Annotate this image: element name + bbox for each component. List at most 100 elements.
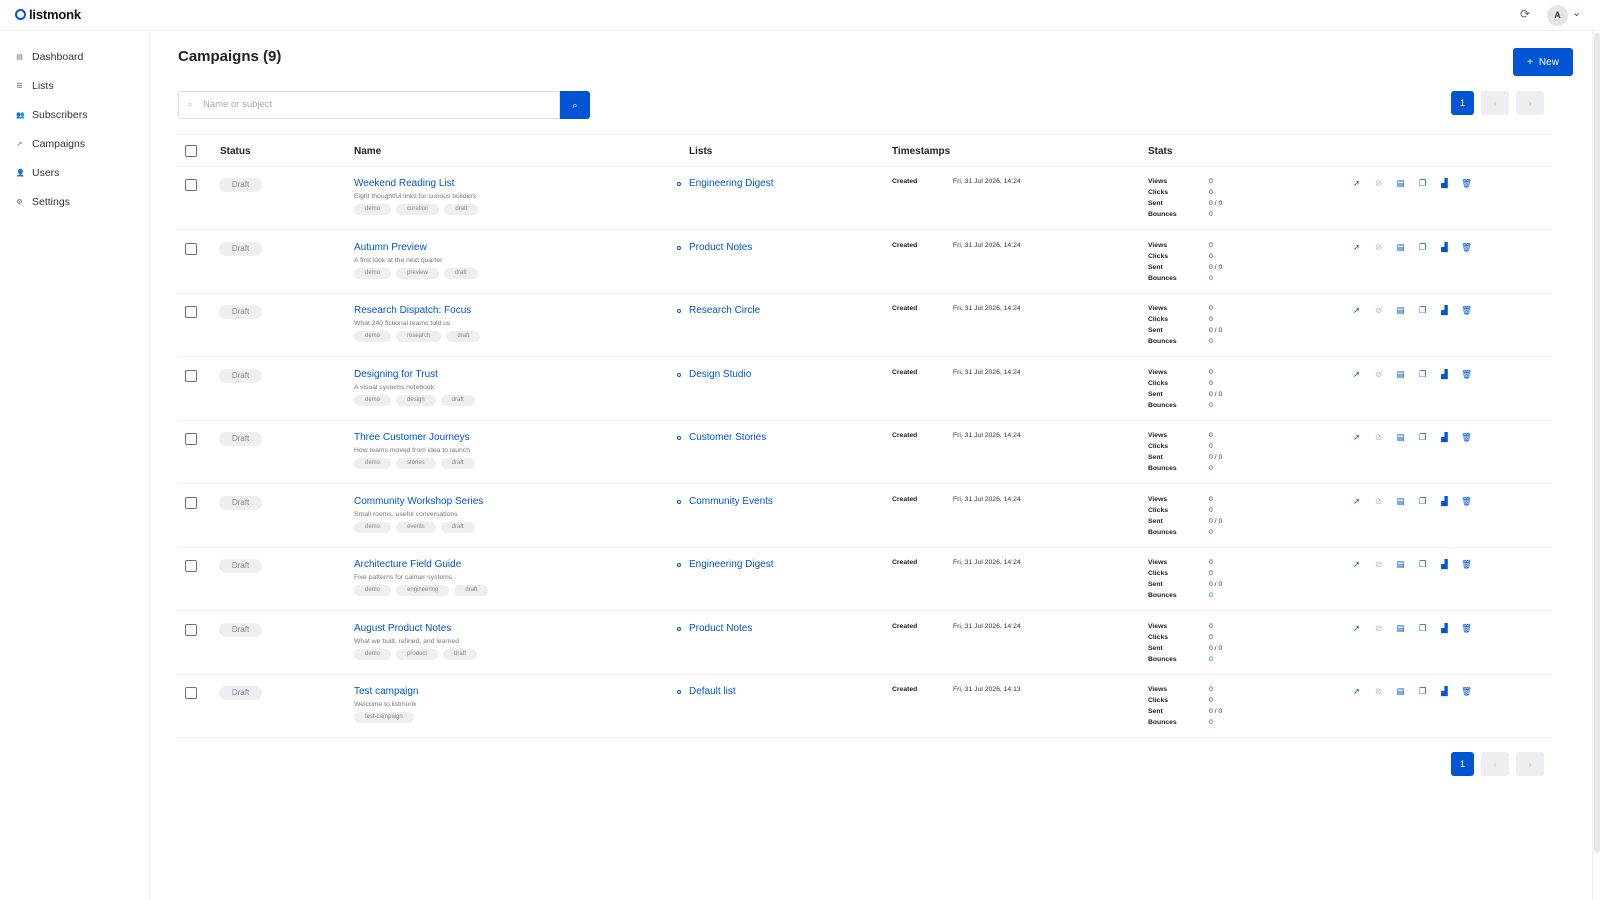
analytics-icon[interactable]: ▟: [1439, 685, 1450, 697]
search-input[interactable]: ⌕ Name or subject: [178, 91, 560, 119]
stat-value-bounces[interactable]: 0: [1209, 592, 1213, 599]
previous-page-button[interactable]: ‹: [1481, 752, 1509, 776]
start-campaign-icon[interactable]: ➚: [1351, 241, 1362, 253]
row-checkbox[interactable]: [185, 243, 197, 255]
preview-icon[interactable]: ▤: [1395, 304, 1406, 316]
analytics-icon[interactable]: ▟: [1439, 622, 1450, 634]
row-checkbox[interactable]: [185, 306, 197, 318]
preview-icon[interactable]: ▤: [1395, 241, 1406, 253]
start-campaign-icon[interactable]: ➚: [1351, 622, 1362, 634]
sidebar-item-dashboard[interactable]: ▤ Dashboard: [16, 47, 83, 67]
row-checkbox[interactable]: [185, 433, 197, 445]
previous-page-button[interactable]: ‹: [1481, 91, 1509, 115]
analytics-icon[interactable]: ▟: [1439, 495, 1450, 507]
start-campaign-icon[interactable]: ➚: [1351, 558, 1362, 570]
cancel-campaign-icon[interactable]: ⊘: [1373, 685, 1384, 697]
start-campaign-icon[interactable]: ➚: [1351, 304, 1362, 316]
preview-icon[interactable]: ▤: [1395, 622, 1406, 634]
preview-icon[interactable]: ▤: [1395, 368, 1406, 380]
avatar[interactable]: A: [1547, 5, 1568, 26]
cancel-campaign-icon[interactable]: ⊘: [1373, 304, 1384, 316]
select-all-checkbox[interactable]: [185, 145, 197, 157]
stat-value-bounces[interactable]: 0: [1209, 465, 1213, 472]
list-link[interactable]: Design Studio: [689, 369, 751, 380]
new-campaign-button[interactable]: + New: [1513, 48, 1573, 76]
analytics-icon[interactable]: ▟: [1439, 241, 1450, 253]
stat-value-bounces[interactable]: 0: [1209, 338, 1213, 345]
cancel-campaign-icon[interactable]: ⊘: [1373, 622, 1384, 634]
campaign-name-link[interactable]: Architecture Field Guide: [354, 559, 461, 570]
list-link[interactable]: Research Circle: [689, 305, 760, 316]
list-link[interactable]: Customer Stories: [689, 432, 766, 443]
campaign-name-link[interactable]: Test campaign: [354, 686, 418, 697]
sidebar-item-users[interactable]: 👤 Users: [16, 163, 59, 183]
delete-icon[interactable]: 🗑: [1461, 558, 1472, 570]
campaign-name-link[interactable]: Research Dispatch: Focus: [354, 305, 471, 316]
cancel-campaign-icon[interactable]: ⊘: [1373, 431, 1384, 443]
analytics-icon[interactable]: ▟: [1439, 368, 1450, 380]
start-campaign-icon[interactable]: ➚: [1351, 368, 1362, 380]
analytics-icon[interactable]: ▟: [1439, 558, 1450, 570]
header-name[interactable]: Name: [354, 146, 381, 157]
cancel-campaign-icon[interactable]: ⊘: [1373, 495, 1384, 507]
clone-icon[interactable]: ❐: [1417, 685, 1428, 697]
delete-icon[interactable]: 🗑: [1461, 241, 1472, 253]
sidebar-item-campaigns[interactable]: ➚ Campaigns: [16, 134, 86, 154]
clone-icon[interactable]: ❐: [1417, 241, 1428, 253]
clone-icon[interactable]: ❐: [1417, 558, 1428, 570]
row-checkbox[interactable]: [185, 687, 197, 699]
stat-value-bounces[interactable]: 0: [1209, 656, 1213, 663]
preview-icon[interactable]: ▤: [1395, 558, 1406, 570]
search-button[interactable]: ⌕: [560, 91, 590, 119]
start-campaign-icon[interactable]: ➚: [1351, 431, 1362, 443]
stat-value-bounces[interactable]: 0: [1209, 529, 1213, 536]
delete-icon[interactable]: 🗑: [1461, 368, 1472, 380]
list-link[interactable]: Engineering Digest: [689, 559, 774, 570]
row-checkbox[interactable]: [185, 624, 197, 636]
start-campaign-icon[interactable]: ➚: [1351, 685, 1362, 697]
preview-icon[interactable]: ▤: [1395, 177, 1406, 189]
delete-icon[interactable]: 🗑: [1461, 177, 1472, 189]
clone-icon[interactable]: ❐: [1417, 431, 1428, 443]
start-campaign-icon[interactable]: ➚: [1351, 177, 1362, 189]
scrollbar-thumb[interactable]: [1594, 33, 1600, 853]
preview-icon[interactable]: ▤: [1395, 431, 1406, 443]
page-number-button[interactable]: 1: [1451, 752, 1474, 776]
logo[interactable]: listmonk: [15, 7, 81, 22]
page-number-button[interactable]: 1: [1451, 91, 1474, 115]
stat-value-bounces[interactable]: 0: [1209, 719, 1213, 726]
list-link[interactable]: Product Notes: [689, 242, 752, 253]
header-timestamps[interactable]: Timestamps: [892, 146, 950, 157]
clone-icon[interactable]: ❐: [1417, 368, 1428, 380]
clone-icon[interactable]: ❐: [1417, 304, 1428, 316]
clone-icon[interactable]: ❐: [1417, 622, 1428, 634]
row-checkbox[interactable]: [185, 179, 197, 191]
analytics-icon[interactable]: ▟: [1439, 177, 1450, 189]
campaign-name-link[interactable]: Three Customer Journeys: [354, 432, 470, 443]
cancel-campaign-icon[interactable]: ⊘: [1373, 177, 1384, 189]
list-link[interactable]: Default list: [689, 686, 736, 697]
chevron-down-icon[interactable]: ⌄: [1572, 6, 1581, 19]
scrollbar[interactable]: [1592, 31, 1600, 900]
stat-value-bounces[interactable]: 0: [1209, 275, 1213, 282]
cancel-campaign-icon[interactable]: ⊘: [1373, 368, 1384, 380]
cancel-campaign-icon[interactable]: ⊘: [1373, 558, 1384, 570]
delete-icon[interactable]: 🗑: [1461, 431, 1472, 443]
sidebar-item-settings[interactable]: ⚙ Settings: [16, 192, 70, 212]
stat-value-bounces[interactable]: 0: [1209, 402, 1213, 409]
delete-icon[interactable]: 🗑: [1461, 304, 1472, 316]
campaign-name-link[interactable]: Designing for Trust: [354, 369, 438, 380]
row-checkbox[interactable]: [185, 370, 197, 382]
list-link[interactable]: Engineering Digest: [689, 178, 774, 189]
clone-icon[interactable]: ❐: [1417, 177, 1428, 189]
analytics-icon[interactable]: ▟: [1439, 304, 1450, 316]
cancel-campaign-icon[interactable]: ⊘: [1373, 241, 1384, 253]
clone-icon[interactable]: ❐: [1417, 495, 1428, 507]
next-page-button[interactable]: ›: [1516, 91, 1544, 115]
header-status[interactable]: Status: [220, 146, 251, 157]
row-checkbox[interactable]: [185, 560, 197, 572]
preview-icon[interactable]: ▤: [1395, 685, 1406, 697]
delete-icon[interactable]: 🗑: [1461, 622, 1472, 634]
analytics-icon[interactable]: ▟: [1439, 431, 1450, 443]
list-link[interactable]: Product Notes: [689, 623, 752, 634]
